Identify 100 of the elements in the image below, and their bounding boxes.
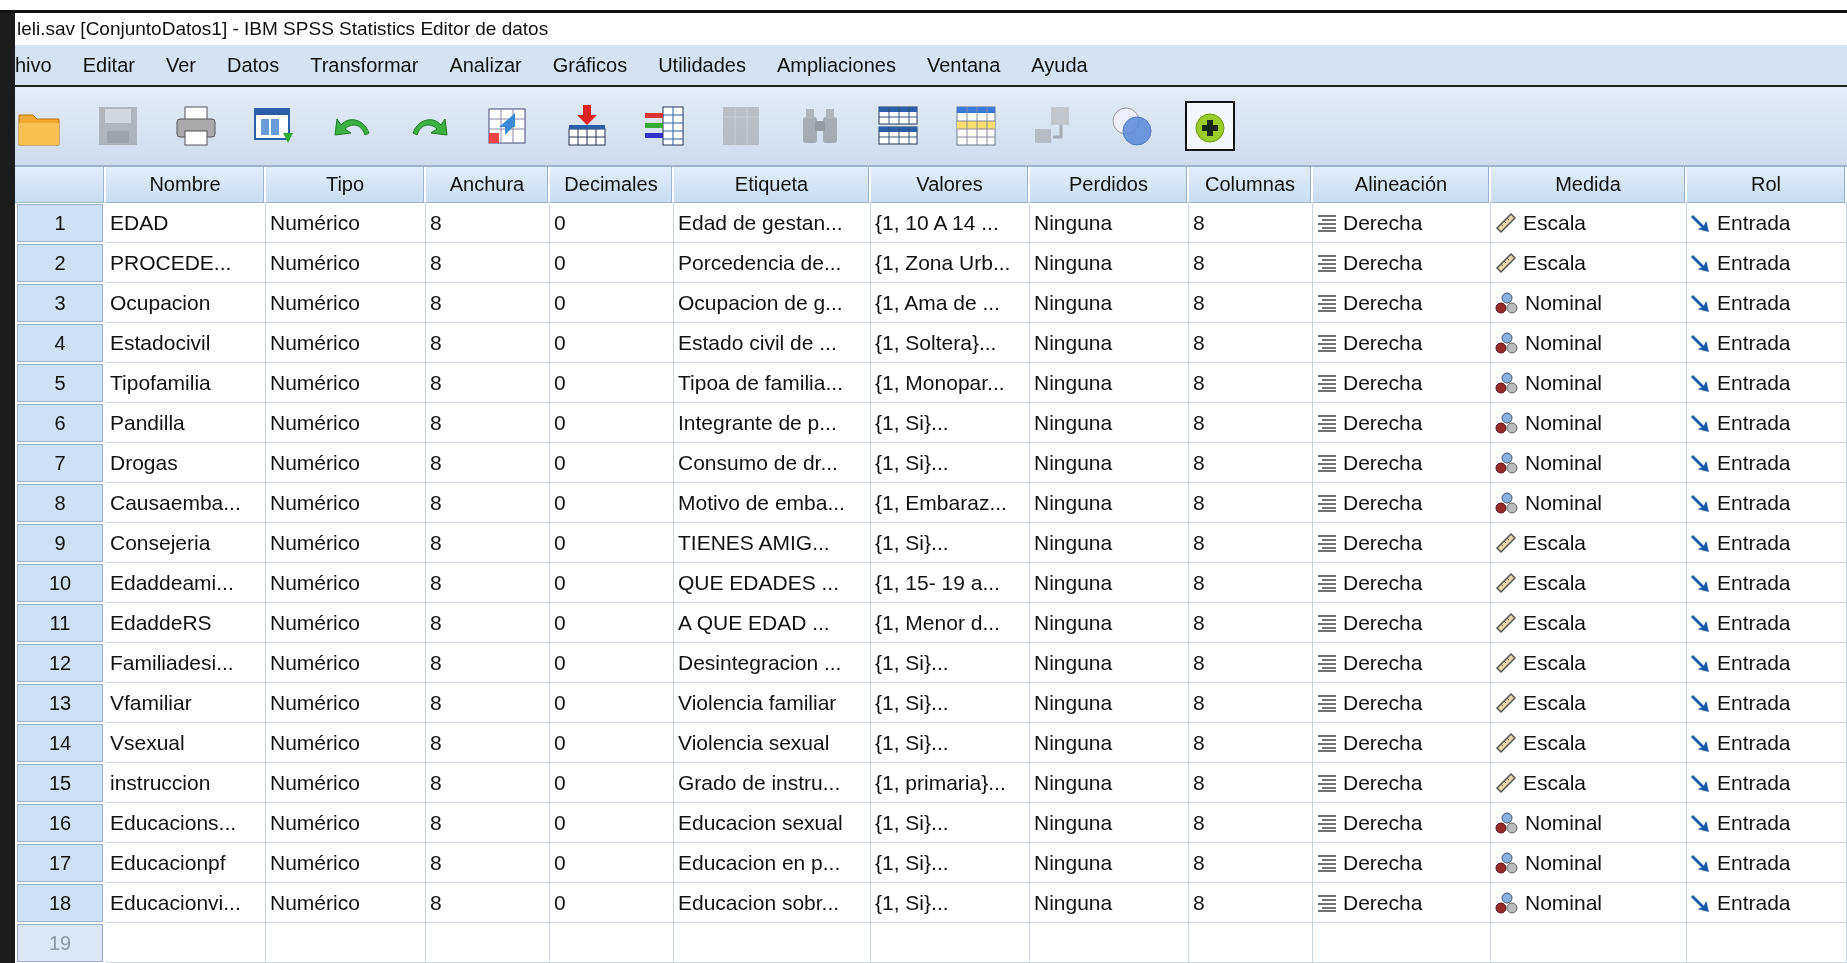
decimals-cell: 0 (550, 523, 674, 563)
row-number[interactable]: 4 (17, 324, 103, 362)
alignment-text: Derecha (1343, 330, 1423, 355)
measure-text: Nominal (1525, 370, 1603, 395)
type-cell: Numérico (266, 243, 426, 283)
type-cell: Numérico (266, 723, 426, 763)
diagonal-arrow-icon (1691, 532, 1711, 553)
columns-cell: 8 (1189, 683, 1313, 723)
name-cell: Tipofamilia (106, 363, 266, 403)
type-cell: Numérico (266, 643, 426, 683)
menu-item[interactable]: Gráficos (536, 53, 643, 77)
width-cell: 8 (426, 283, 550, 323)
type-cell: Numérico (266, 883, 426, 923)
decimals-cell: 0 (550, 483, 674, 523)
role-text: Entrada (1717, 250, 1791, 275)
column-header[interactable]: Perdidos (1030, 167, 1189, 203)
measure-text: Nominal (1525, 330, 1603, 355)
align-right-icon (1317, 493, 1337, 512)
row-number[interactable]: 12 (17, 644, 103, 682)
decimals-cell: 0 (550, 683, 674, 723)
window-title: leli.sav [ConjuntoDatos1] - IBM SPSS Statistics Editor de datos (16, 17, 550, 41)
row-number[interactable]: 14 (17, 724, 103, 762)
column-header[interactable]: Rol (1687, 167, 1847, 203)
column-header[interactable]: Anchura (426, 167, 550, 203)
menu-item[interactable]: Ampliaciones (760, 53, 911, 77)
width-cell: 8 (426, 523, 550, 563)
measure-text: Nominal (1525, 890, 1603, 915)
label-cell: Grado de instru... (674, 763, 871, 803)
menu-item[interactable]: Ventana (910, 53, 1016, 77)
missing-cell: Ninguna (1030, 523, 1189, 563)
values-cell: {1, 15- 19 a... (871, 563, 1030, 603)
row-number[interactable]: 16 (17, 804, 103, 842)
alignment-text: Derecha (1343, 290, 1423, 315)
row-number[interactable]: 8 (17, 484, 103, 522)
print-icon (173, 103, 219, 149)
decimals-cell: 0 (550, 803, 674, 843)
align-right-icon (1317, 613, 1337, 632)
alignment-text: Derecha (1343, 770, 1423, 795)
column-header[interactable]: Decimales (550, 167, 674, 203)
values-cell: {1, Si}... (871, 443, 1030, 483)
label-cell: Estado civil de ... (674, 323, 871, 363)
measure-text: Escala (1523, 770, 1587, 795)
row-number[interactable]: 17 (17, 844, 103, 882)
row-number[interactable]: 9 (17, 524, 103, 562)
columns-cell: 8 (1189, 803, 1313, 843)
columns-cell: 8 (1189, 643, 1313, 683)
menu-item[interactable]: Ver (149, 53, 211, 77)
row-number[interactable]: 6 (17, 404, 103, 442)
name-cell: Vfamiliar (106, 683, 266, 723)
columns-cell: 8 (1189, 323, 1313, 363)
menu-item[interactable]: hivo (15, 53, 67, 77)
alignment-text: Derecha (1343, 850, 1423, 875)
align-right-icon (1317, 693, 1337, 712)
menu-item[interactable]: Analizar (433, 53, 537, 77)
align-right-icon (1317, 813, 1337, 832)
column-header[interactable]: Alineación (1313, 167, 1491, 203)
menu-item[interactable]: Datos (211, 53, 295, 77)
diagonal-arrow-icon (1691, 332, 1711, 353)
diagonal-arrow-icon (1691, 292, 1711, 313)
width-cell: 8 (426, 723, 550, 763)
diagonal-arrow-icon (1691, 772, 1711, 793)
row-number[interactable]: 11 (17, 604, 103, 642)
measure-text: Nominal (1525, 490, 1603, 515)
menu-item[interactable]: Utilidades (642, 53, 761, 77)
missing-cell: Ninguna (1030, 563, 1189, 603)
row-number[interactable]: 3 (17, 284, 103, 322)
row-number[interactable]: 18 (17, 884, 103, 922)
alignment-text: Derecha (1343, 730, 1423, 755)
decimals-cell: 0 (550, 363, 674, 403)
row-number[interactable]: 2 (17, 244, 103, 282)
values-cell: {1, Monopar... (871, 363, 1030, 403)
menu-item[interactable]: Editar (66, 53, 150, 77)
row-number[interactable]: 15 (17, 764, 103, 802)
menu-item[interactable]: Ayuda (1015, 53, 1103, 77)
column-header[interactable]: Medida (1491, 167, 1687, 203)
alignment-text: Derecha (1343, 410, 1423, 435)
plus-button[interactable] (1185, 101, 1235, 151)
row-number[interactable]: 5 (17, 364, 103, 402)
columns-cell: 8 (1189, 763, 1313, 803)
measure-text: Escala (1523, 690, 1587, 715)
values-cell: {1, Si}... (871, 803, 1030, 843)
align-right-icon (1317, 653, 1337, 672)
missing-cell: Ninguna (1030, 203, 1189, 243)
decimals-cell: 0 (550, 203, 674, 243)
row-number[interactable]: 7 (17, 444, 103, 482)
column-header[interactable]: Valores (871, 167, 1030, 203)
align-right-icon (1317, 773, 1337, 792)
label-cell: TIENES AMIG... (674, 523, 871, 563)
menu-item[interactable]: Transformar (294, 53, 434, 77)
column-header[interactable]: Etiqueta (674, 167, 871, 203)
label-cell: Desintegracion ... (674, 643, 871, 683)
row-number[interactable]: 10 (17, 564, 103, 602)
align-right-icon (1317, 573, 1337, 592)
column-header[interactable]: Nombre (106, 167, 266, 203)
row-number[interactable]: 1 (17, 204, 103, 242)
column-header[interactable]: Columnas (1189, 167, 1313, 203)
width-cell: 8 (426, 363, 550, 403)
row-number[interactable]: 13 (17, 684, 103, 722)
type-cell: Numérico (266, 443, 426, 483)
column-header[interactable]: Tipo (266, 167, 426, 203)
